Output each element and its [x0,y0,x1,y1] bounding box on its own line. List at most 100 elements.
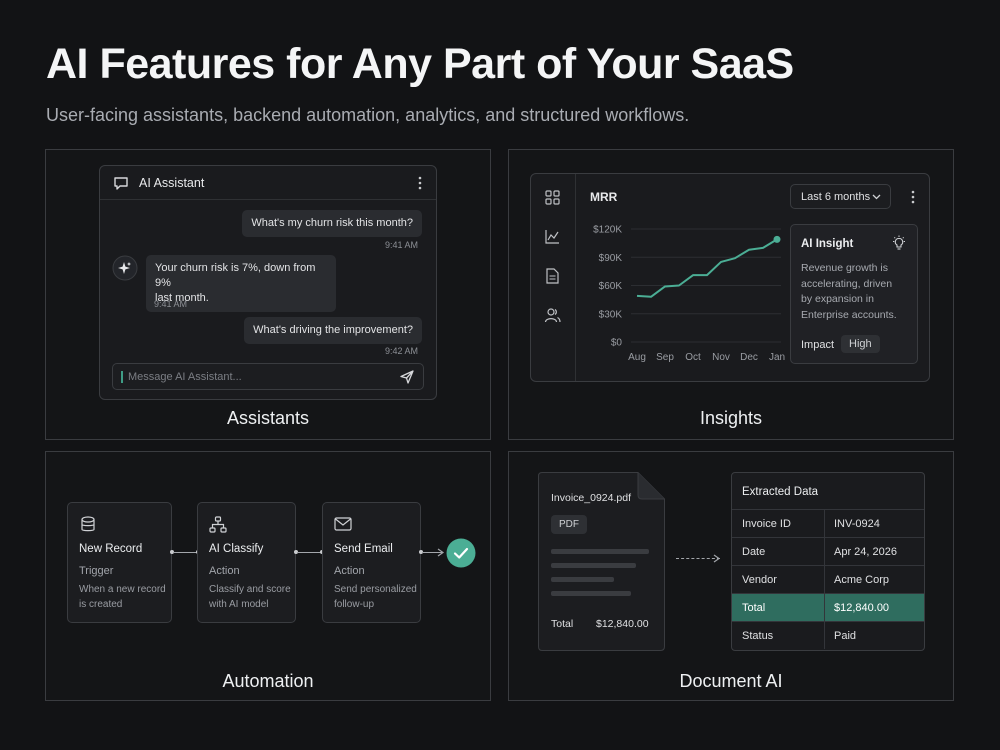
x-tick-label: Sep [656,352,674,363]
table-row-highlighted: Total $12,840.00 [732,593,924,621]
node-description: Classify and score with AI model [209,582,304,612]
text-placeholder-line [551,563,636,568]
node-kind: Trigger [79,565,114,577]
grid-icon[interactable] [545,190,560,205]
workflow-node[interactable]: AI Classify Action Classify and score wi… [197,502,296,623]
node-description: When a new record is created [79,582,174,612]
send-icon[interactable] [400,370,414,384]
chat-window: AI Assistant What's my churn risk this m… [99,165,437,400]
insight-line: accelerating, driven [801,277,893,290]
connector-line [173,552,197,553]
message-text: What's my churn risk this month? [251,217,413,229]
mrr-line-chart: $120K $90K $60K $30K $0 Aug Sep Oct Nov Dec Jan [593,225,785,364]
page-subtitle: User-facing assistants, backend automati… [46,105,690,125]
node-title: Send Email [334,543,393,555]
more-options-icon[interactable] [418,176,422,190]
more-options-icon[interactable] [911,190,915,204]
panel-label: Document AI [679,671,783,691]
user-message: What's driving the improvement? [244,317,422,344]
message-timestamp: 9:42 AM [384,346,418,356]
check-circle-icon [446,538,476,568]
latest-value-point [773,235,781,243]
dashboard-window: MRR Last 6 months $120K $90K $60K $30K $0 Aug… [530,173,930,382]
message-text: Your churn risk is 7%, down from 9% [155,262,316,289]
y-tick-label: $60K [599,281,623,292]
description-line: Classify and score [209,584,291,595]
panel-label: Automation [222,671,314,691]
message-input[interactable] [128,364,388,389]
column-divider [824,622,825,649]
y-tick-label: $90K [599,253,623,264]
insight-line: Revenue growth is [801,262,888,274]
panel-label: Assistants [226,408,310,428]
file-name: Invoice_0924.pdf [551,492,631,504]
mrr-series-line [636,238,778,298]
extracted-data-table: Extracted Data Invoice ID INV-0924 Date … [731,472,925,651]
x-tick-label: Aug [628,352,646,363]
chart-line-icon[interactable] [545,229,560,244]
description-line: is created [79,599,123,610]
node-description: Send personalized follow-up [334,582,429,612]
arrow-right-icon [713,554,721,563]
connector-line [297,552,322,553]
field-value: Acme Corp [834,574,890,586]
y-tick-label: $30K [599,309,623,320]
table-row: Invoice ID INV-0924 [732,509,924,537]
y-tick-label: $0 [611,338,623,349]
chat-title: AI Assistant [139,176,205,190]
insights-panel: MRR Last 6 months $120K $90K $60K $30K $0 Aug… [508,149,954,440]
chevron-down-icon [872,194,881,200]
node-title: AI Classify [209,543,264,555]
total-value: $12,840.00 [596,618,649,630]
node-kind: Action [209,565,240,577]
automation-panel: New Record Trigger When a new record is … [45,451,491,701]
field-value: INV-0924 [834,518,880,530]
field-key: Vendor [742,574,777,586]
date-range-dropdown[interactable]: Last 6 months [790,184,891,209]
description-line: Send personalized [334,584,417,595]
message-input-box[interactable] [112,363,424,390]
description-line: When a new record [79,584,166,595]
column-divider [824,594,825,621]
document-icon[interactable] [546,268,559,284]
column-divider [824,538,825,565]
column-divider [824,510,825,537]
text-placeholder-line [551,549,649,554]
workflow-node[interactable]: New Record Trigger When a new record is … [67,502,172,623]
insight-line: by expansion in [801,293,874,305]
workflow-node[interactable]: Send Email Action Send personalized foll… [322,502,421,623]
metric-title: MRR [590,190,618,204]
table-title: Extracted Data [742,486,819,498]
x-tick-label: Dec [740,352,758,363]
text-placeholder-line [551,577,614,582]
y-tick-label: $120K [593,225,622,236]
field-key: Date [742,546,766,558]
lightbulb-icon [891,235,907,251]
x-tick-label: Jan [769,352,785,363]
field-value: Paid [834,630,857,642]
impact-label: Impact [801,339,835,351]
node-kind: Action [334,565,365,577]
message-timestamp: 9:41 AM [154,299,188,309]
users-icon[interactable] [544,307,561,323]
description-line: follow-up [334,599,375,610]
user-message: What's my churn risk this month? [242,210,422,237]
flow-icon [209,516,227,533]
field-value: Apr 24, 2026 [834,546,897,558]
impact-badge: High [841,335,880,353]
document-ai-panel: Invoice_0924.pdf PDF Total $12,840.00 Ex… [508,451,954,701]
field-key: Status [742,630,774,642]
node-title: New Record [79,543,143,555]
table-row: Status Paid [732,621,924,649]
dropdown-value: Last 6 months [801,191,871,203]
mail-icon [334,517,352,531]
panel-label: Insights [699,408,763,428]
column-divider [824,566,825,593]
arrow-right-icon [437,548,445,557]
field-key: Invoice ID [742,518,791,530]
table-row: Date Apr 24, 2026 [732,537,924,565]
total-label: Total [551,618,574,630]
text-caret [121,371,123,383]
document-preview: Invoice_0924.pdf PDF Total $12,840.00 [538,472,665,651]
insight-line: Enterprise accounts. [801,308,897,321]
